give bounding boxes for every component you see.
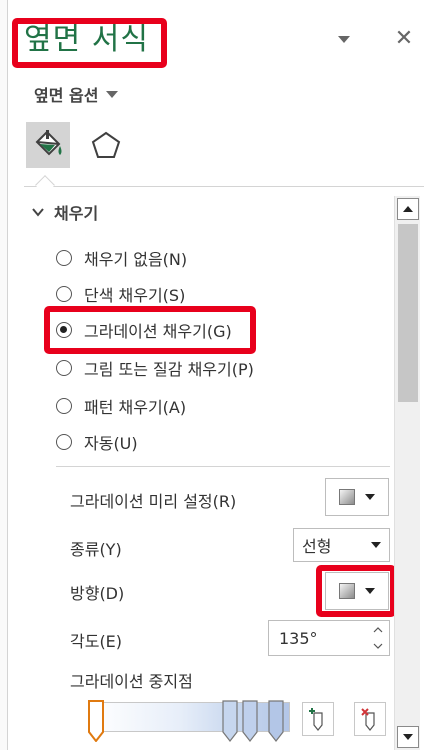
radio-pattern-fill[interactable]: 패턴 채우기(A) xyxy=(56,394,186,418)
radio-gradient-fill[interactable]: 그라데이션 채우기(G) xyxy=(56,318,232,342)
pane-title: 옆면 서식 xyxy=(24,22,149,57)
radio-label: 그림 또는 질감 채우기(P) xyxy=(84,360,254,379)
pane-options-dropdown-button[interactable] xyxy=(333,28,355,50)
type-select[interactable]: 선형 xyxy=(293,528,390,562)
left-edge-divider xyxy=(0,0,8,750)
radio-button[interactable] xyxy=(56,360,72,376)
tab-effects[interactable] xyxy=(84,122,128,168)
scroll-up-button[interactable] xyxy=(397,198,419,220)
spin-up-icon[interactable] xyxy=(372,625,384,635)
radio-button[interactable] xyxy=(56,286,72,302)
gradient-swatch xyxy=(339,489,355,505)
angle-value: 135° xyxy=(279,629,318,648)
chevron-down-icon xyxy=(365,588,375,594)
section-divider xyxy=(24,186,424,187)
vertical-scrollbar[interactable] xyxy=(394,196,420,750)
gradient-stops-bar[interactable] xyxy=(90,702,290,732)
options-separator xyxy=(56,466,390,467)
chevron-down-icon xyxy=(365,494,375,500)
radio-label: 자동(U) xyxy=(84,434,138,453)
scroll-down-button[interactable] xyxy=(397,726,419,748)
arrow-down-icon xyxy=(403,734,413,740)
gradient-stop-handle-selected[interactable] xyxy=(88,700,104,742)
add-gradient-stop-button[interactable] xyxy=(302,702,334,736)
chevron-down-icon xyxy=(106,90,119,98)
radio-label: 그라데이션 채우기(G) xyxy=(84,322,232,341)
radio-button[interactable] xyxy=(56,250,72,266)
remove-gradient-stop-button[interactable] xyxy=(354,702,386,736)
arrow-up-icon xyxy=(403,206,413,212)
angle-label: 각도(E) xyxy=(70,632,123,651)
radio-picture-fill[interactable]: 그림 또는 질감 채우기(P) xyxy=(56,356,254,380)
close-button[interactable]: ✕ xyxy=(393,28,415,50)
add-stop-icon xyxy=(309,708,323,731)
tab-pointer-notch xyxy=(35,175,55,195)
side-options-dropdown[interactable]: 옆면 옵션 xyxy=(34,82,119,106)
fill-section-label: 채우기 xyxy=(54,204,99,223)
gradient-stop-handle[interactable] xyxy=(242,700,258,742)
preset-gradients-label: 그라데이션 미리 설정(R) xyxy=(70,492,237,511)
fill-section-header[interactable]: 채우기 xyxy=(32,200,98,224)
chevron-down-icon xyxy=(371,542,381,548)
radio-automatic[interactable]: 자동(U) xyxy=(56,430,138,454)
radio-label: 패턴 채우기(A) xyxy=(84,398,187,417)
direction-dropdown[interactable] xyxy=(325,572,389,610)
radio-button-selected[interactable] xyxy=(56,322,72,338)
radio-button[interactable] xyxy=(56,434,72,450)
radio-solid-fill[interactable]: 단색 채우기(S) xyxy=(56,282,185,306)
chevron-down-icon xyxy=(32,208,44,217)
chevron-down-icon xyxy=(338,35,350,43)
gradient-stop-handle[interactable] xyxy=(268,700,284,742)
paint-bucket-icon xyxy=(35,130,62,156)
gradient-stops-label: 그라데이션 중지점 xyxy=(70,672,193,691)
side-options-label: 옆면 옵션 xyxy=(34,86,99,105)
type-label: 종류(Y) xyxy=(70,540,122,559)
radio-label: 단색 채우기(S) xyxy=(84,286,186,305)
gradient-stop-handle[interactable] xyxy=(222,700,238,742)
scrollbar-thumb[interactable] xyxy=(398,224,418,402)
type-value: 선형 xyxy=(302,537,332,556)
pentagon-icon xyxy=(91,131,121,158)
spin-down-icon[interactable] xyxy=(372,641,384,651)
preset-gradients-dropdown[interactable] xyxy=(325,478,389,516)
direction-label: 방향(D) xyxy=(70,584,125,603)
close-icon: ✕ xyxy=(394,26,414,51)
angle-spinner[interactable]: 135° xyxy=(268,620,390,656)
radio-label: 채우기 없음(N) xyxy=(84,250,188,269)
radio-button[interactable] xyxy=(56,398,72,414)
tab-fill-line[interactable] xyxy=(26,122,70,168)
radio-no-fill[interactable]: 채우기 없음(N) xyxy=(56,246,187,270)
remove-stop-icon xyxy=(361,708,375,731)
gradient-swatch xyxy=(339,583,355,599)
